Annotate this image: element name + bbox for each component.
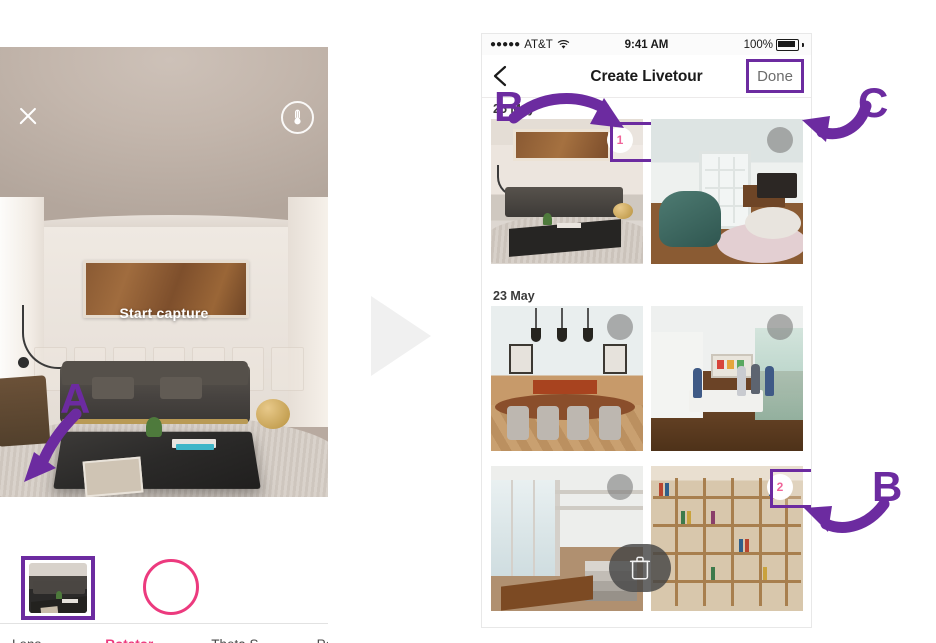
battery-status: 100% xyxy=(743,38,804,51)
selection-badge-empty[interactable] xyxy=(767,314,793,340)
shutter-button[interactable] xyxy=(143,559,199,615)
plant xyxy=(146,417,162,437)
annotation-letter-b1: B xyxy=(494,83,525,130)
navigation-bar: Create Livetour Done xyxy=(482,55,811,98)
ceiling xyxy=(0,47,328,232)
selection-badge-empty[interactable] xyxy=(767,127,793,153)
book-teal xyxy=(176,444,214,450)
mode-tabbar: Lens Rotator Theta S Pan xyxy=(0,623,328,643)
annotation-highlight-badge-2 xyxy=(770,469,811,508)
annotation-letter-b2: B xyxy=(872,463,903,510)
tab-pan[interactable]: Pan xyxy=(317,637,328,643)
selection-badge-empty[interactable] xyxy=(607,314,633,340)
start-capture-hint: Start capture xyxy=(119,305,209,321)
annotation-letter-a: A xyxy=(60,375,91,422)
side-table xyxy=(256,399,290,429)
scroll-indicator xyxy=(645,620,650,627)
armchair xyxy=(0,375,51,447)
last-capture-thumbnail[interactable] xyxy=(21,556,95,620)
thumbnail-atrium-stairs[interactable] xyxy=(491,466,643,611)
thumbnail-meeting-room[interactable] xyxy=(651,306,803,451)
thumbnail-lounge-green-chair[interactable] xyxy=(651,119,803,264)
done-button-label: Done xyxy=(757,67,793,85)
annotation-highlight-badge-1 xyxy=(610,122,657,162)
battery-full-icon xyxy=(776,38,799,51)
framed-photo xyxy=(82,456,144,497)
tab-lens[interactable]: Lens xyxy=(12,637,41,643)
tab-rotator[interactable]: Rotator xyxy=(105,637,153,643)
done-button[interactable]: Done xyxy=(746,59,804,93)
trash-icon[interactable] xyxy=(609,544,671,592)
section-date-2: 23 May xyxy=(493,289,535,303)
tab-theta-s[interactable]: Theta S xyxy=(211,637,258,643)
thumbnail-dining-room[interactable] xyxy=(491,306,643,451)
floor-lamp-head xyxy=(18,357,29,368)
capture-controls: Lens Rotator Theta S Pan xyxy=(0,497,328,643)
phone-screen: ●●●●● AT&T 9:41 AM 100% Create Livetour … xyxy=(481,33,812,628)
camera-viewfinder[interactable]: Start capture xyxy=(0,47,328,497)
thermometer-icon[interactable] xyxy=(281,101,314,134)
cushion xyxy=(160,377,202,399)
battery-cap xyxy=(802,42,804,47)
battery-percent: 100% xyxy=(743,38,773,51)
close-icon[interactable] xyxy=(16,104,40,128)
annotation-letter-c: C xyxy=(858,79,889,126)
capture-screen: Start capture Lens Rotator Theta S xyxy=(0,47,328,643)
selection-badge-empty[interactable] xyxy=(607,474,633,500)
play-triangle-icon xyxy=(371,296,431,376)
cushion xyxy=(92,377,134,399)
status-bar: ●●●●● AT&T 9:41 AM 100% xyxy=(482,34,811,55)
